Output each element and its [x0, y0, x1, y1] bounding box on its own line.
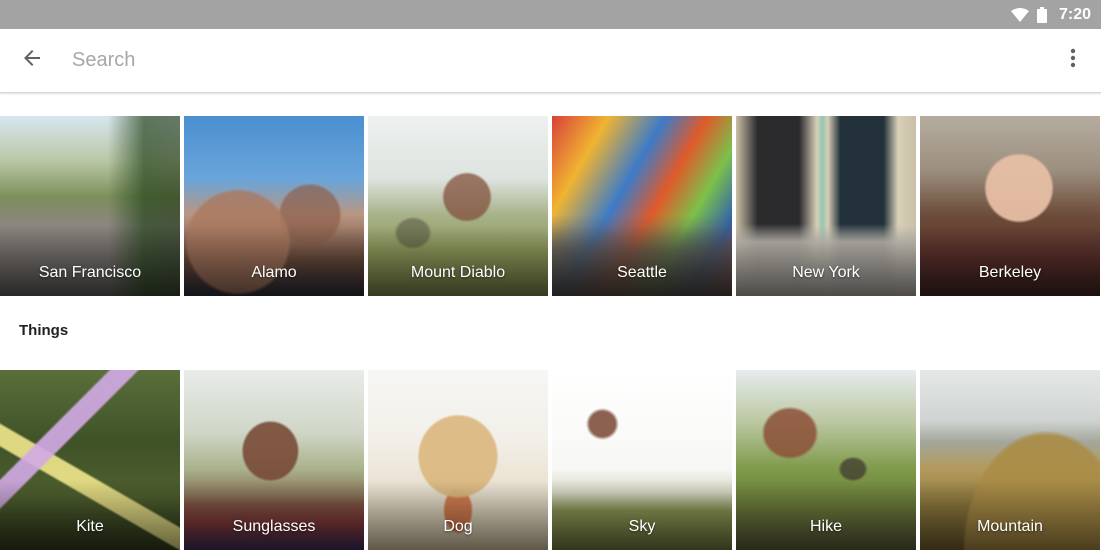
place-label: Alamo — [251, 264, 297, 281]
thing-tile-hike[interactable]: Hike — [736, 370, 916, 550]
place-tile-mount-diablo[interactable]: Mount Diablo — [368, 116, 548, 296]
place-tile-seattle[interactable]: Seattle — [552, 116, 732, 296]
overflow-menu-button[interactable] — [1045, 29, 1101, 93]
thing-label: Sunglasses — [232, 518, 316, 535]
place-tile-san-francisco[interactable]: San Francisco — [0, 116, 180, 296]
places-row: San Francisco Alamo Mount Diablo Seattle… — [0, 116, 1101, 296]
search-input[interactable] — [64, 40, 1045, 81]
back-button[interactable] — [0, 29, 64, 93]
thing-label: Kite — [76, 518, 104, 535]
place-label: San Francisco — [38, 264, 142, 281]
search-toolbar — [0, 29, 1101, 93]
place-tile-alamo[interactable]: Alamo — [184, 116, 364, 296]
thing-label: Dog — [443, 518, 473, 535]
place-label: Mount Diablo — [410, 264, 506, 281]
thing-tile-sunglasses[interactable]: Sunglasses — [184, 370, 364, 550]
more-vert-icon — [1070, 48, 1076, 73]
status-bar: 7:20 — [0, 0, 1101, 29]
arrow-left-icon — [22, 48, 42, 73]
place-tile-new-york[interactable]: New York — [736, 116, 916, 296]
thing-label: Hike — [809, 518, 842, 535]
section-title-things: Things — [19, 322, 69, 339]
place-tile-berkeley[interactable]: Berkeley — [920, 116, 1100, 296]
thing-label: Sky — [628, 518, 656, 535]
wifi-icon — [1010, 7, 1029, 22]
thing-tile-kite[interactable]: Kite — [0, 370, 180, 550]
things-row: Kite Sunglasses Dog Sky Hike Mountain — [0, 370, 1101, 550]
thing-tile-sky[interactable]: Sky — [552, 370, 732, 550]
place-label: Berkeley — [978, 264, 1042, 281]
thing-tile-mountain[interactable]: Mountain — [920, 370, 1100, 550]
thing-tile-dog[interactable]: Dog — [368, 370, 548, 550]
place-label: New York — [792, 264, 860, 281]
thing-label: Mountain — [977, 518, 1043, 535]
status-time: 7:20 — [1058, 5, 1091, 23]
place-label: Seattle — [617, 264, 667, 281]
battery-icon — [1036, 6, 1047, 23]
